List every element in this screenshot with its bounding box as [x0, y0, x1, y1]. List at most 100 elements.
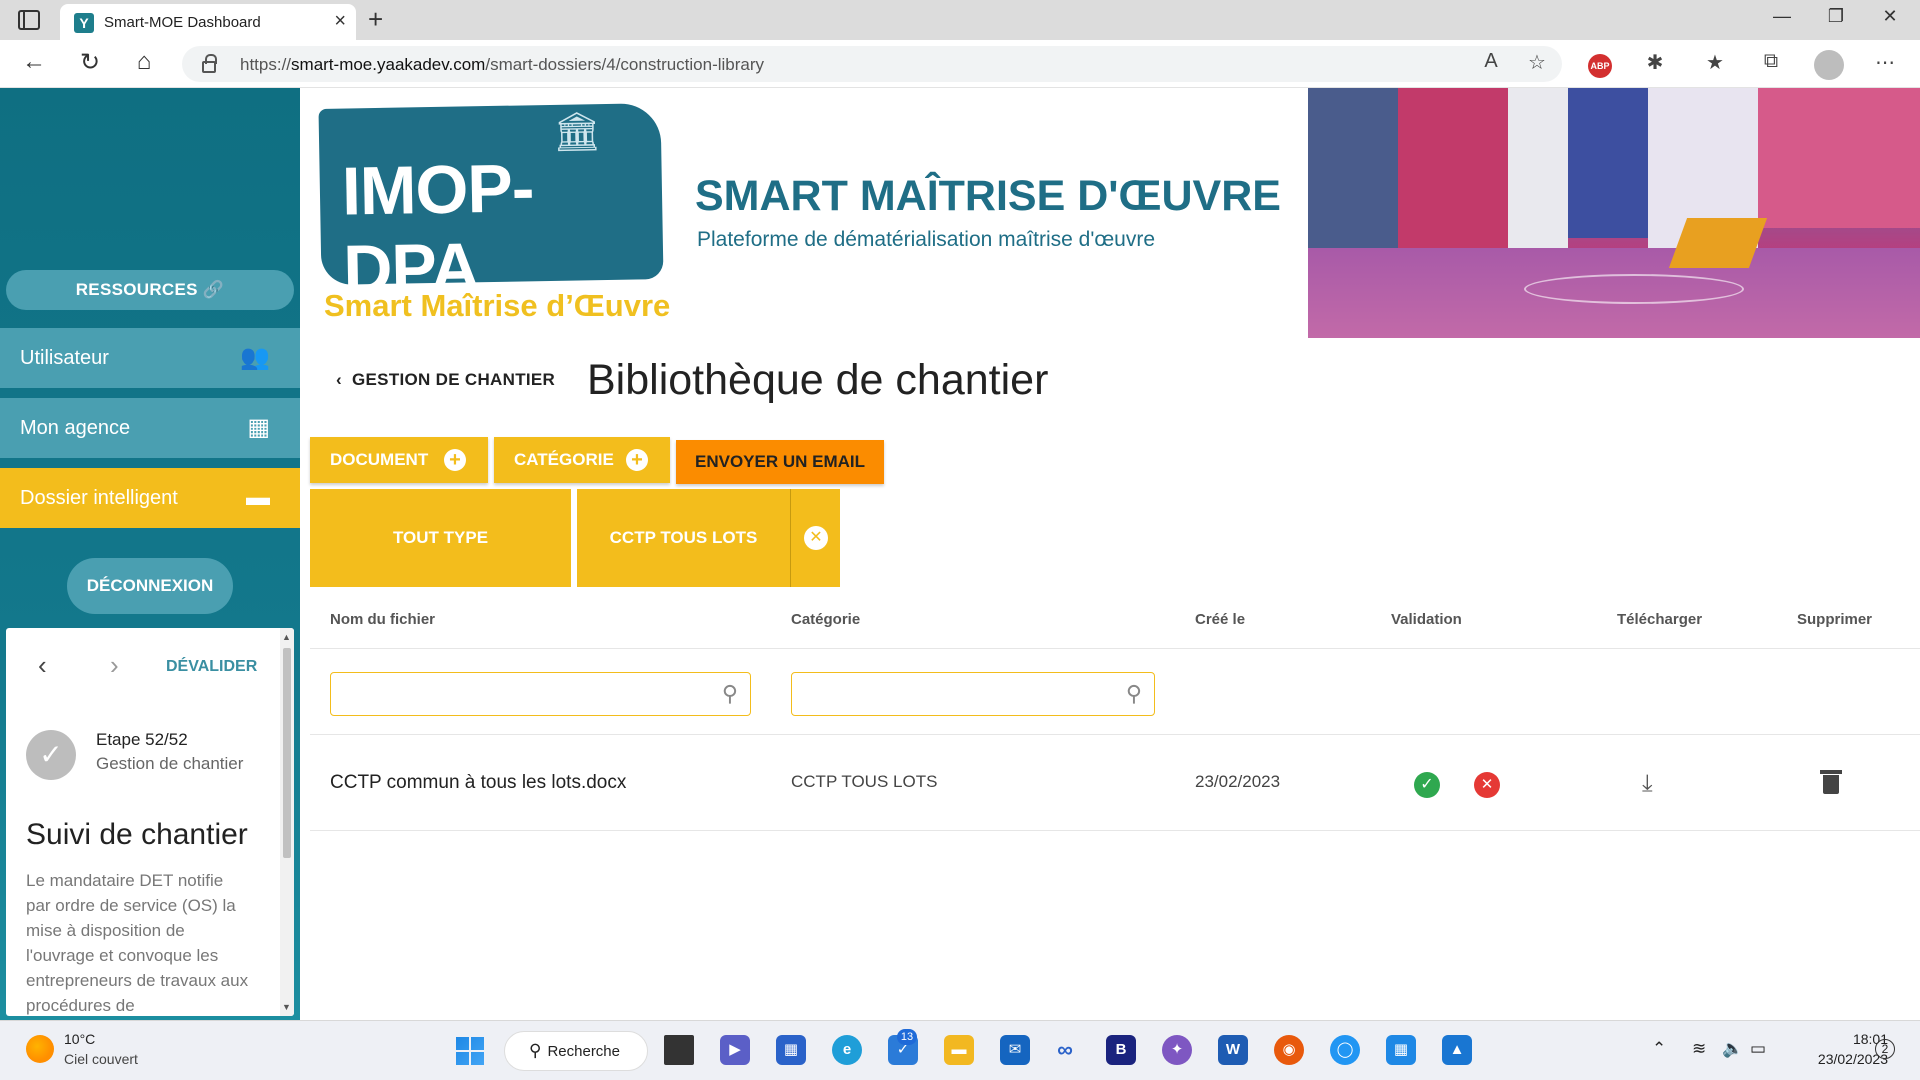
- photos-icon[interactable]: ▲: [1442, 1035, 1472, 1065]
- scroll-thumb[interactable]: [283, 648, 291, 858]
- browser-tab[interactable]: Y Smart-MOE Dashboard ×: [60, 4, 356, 40]
- download-icon[interactable]: ⤓: [1642, 770, 1653, 798]
- logo-text: IMOP-DPA: [341, 150, 535, 308]
- read-aloud-icon[interactable]: A: [1476, 50, 1506, 73]
- trash-icon[interactable]: [1820, 770, 1842, 794]
- page-title: Bibliothèque de chantier: [587, 356, 1049, 404]
- new-tab-icon[interactable]: +: [368, 4, 383, 35]
- site-subtitle: Plateforme de dématérialisation maîtrise…: [697, 228, 1156, 251]
- filename-search-field[interactable]: ⚲: [330, 672, 751, 716]
- search-icon[interactable]: ⚲: [722, 681, 738, 707]
- back-icon[interactable]: ←: [18, 48, 50, 76]
- b-app-icon[interactable]: B: [1106, 1035, 1136, 1065]
- row-filename[interactable]: CCTP commun à tous les lots.docx: [330, 772, 626, 794]
- chat-bubble-icon[interactable]: ◯: [1330, 1035, 1360, 1065]
- show-hidden-icons-icon[interactable]: ⌃: [1652, 1039, 1666, 1059]
- browser-tab-bar: Y Smart-MOE Dashboard × + — ❐ ✕: [0, 0, 1920, 40]
- plus-icon: +: [626, 449, 648, 471]
- send-email-button[interactable]: ENVOYER UN EMAIL: [676, 440, 884, 484]
- logout-button[interactable]: DÉCONNEXION: [67, 558, 233, 614]
- wifi-icon[interactable]: ≋: [1692, 1039, 1706, 1059]
- column-header-filename[interactable]: Nom du fichier: [330, 611, 435, 628]
- column-header-validation: Validation: [1391, 611, 1462, 628]
- more-menu-icon[interactable]: ⋯: [1870, 50, 1900, 75]
- todo-badge: 13: [897, 1029, 917, 1045]
- next-step-icon[interactable]: ›: [110, 650, 119, 681]
- previous-step-icon[interactable]: ‹: [38, 650, 47, 681]
- word-icon[interactable]: W: [1218, 1035, 1248, 1065]
- clear-filter-button[interactable]: ✕: [790, 489, 840, 587]
- paperclip-icon: 🔗: [202, 280, 225, 299]
- sidebar-item-agence[interactable]: Mon agence ▦: [0, 398, 300, 458]
- search-icon[interactable]: ⚲: [1126, 681, 1142, 707]
- volume-icon[interactable]: 🔈: [1722, 1039, 1743, 1059]
- step-title: Suivi de chantier: [26, 818, 248, 851]
- window-close-icon[interactable]: ✕: [1870, 6, 1910, 27]
- lock-icon[interactable]: [202, 54, 217, 73]
- sidebar-item-dossier[interactable]: Dossier intelligent ▬: [0, 468, 300, 528]
- weather-icon[interactable]: [26, 1035, 54, 1063]
- close-circle-icon: ✕: [804, 526, 828, 550]
- address-bar: ← ↻ ⌂ https://smart-moe.yaakadev.com/sma…: [0, 40, 1920, 88]
- column-header-download: Télécharger: [1617, 611, 1703, 628]
- reload-icon[interactable]: ↻: [74, 48, 106, 77]
- battery-icon[interactable]: ▭: [1750, 1039, 1766, 1059]
- reject-x-icon[interactable]: ✕: [1474, 772, 1500, 798]
- calendar-icon[interactable]: ▦: [1386, 1035, 1416, 1065]
- infinity-app-icon[interactable]: ∞: [1050, 1035, 1080, 1065]
- divider: [310, 648, 1920, 649]
- logo: 🏛 IMOP-DPA: [318, 103, 664, 308]
- chat-icon[interactable]: ▶: [720, 1035, 750, 1065]
- search-icon: ⚲: [529, 1041, 542, 1060]
- add-category-button[interactable]: CATÉGORIE +: [494, 437, 670, 483]
- favorites-icon[interactable]: ★: [1700, 50, 1730, 75]
- tab-actions-icon[interactable]: [18, 10, 40, 30]
- plus-icon: +: [444, 449, 466, 471]
- filter-type[interactable]: TOUT TYPE: [310, 489, 571, 587]
- clock-date[interactable]: 23/02/2023: [1788, 1051, 1888, 1067]
- users-icon: 👥: [240, 344, 270, 371]
- url-text: https://smart-moe.yaakadev.com/smart-dos…: [240, 55, 765, 74]
- copilot-icon[interactable]: ✦: [1162, 1035, 1192, 1065]
- edge-icon[interactable]: e: [832, 1035, 862, 1065]
- step-panel-scrollbar[interactable]: ▲ ▼: [280, 628, 294, 1016]
- restore-icon[interactable]: ❐: [1816, 6, 1856, 27]
- collections-icon[interactable]: ⧉: [1756, 50, 1786, 73]
- task-view-icon[interactable]: [664, 1035, 694, 1065]
- windows-start-icon[interactable]: [456, 1037, 484, 1065]
- scroll-down-icon[interactable]: ▼: [282, 1002, 291, 1012]
- extensions-icon[interactable]: ✱: [1640, 50, 1670, 75]
- chevron-left-icon: ‹: [336, 370, 342, 389]
- tab-close-icon[interactable]: ×: [334, 10, 346, 33]
- devalider-button[interactable]: DÉVALIDER: [166, 658, 257, 676]
- resources-button[interactable]: RESSOURCES 🔗: [6, 270, 294, 310]
- validate-check-icon[interactable]: ✓: [1414, 772, 1440, 798]
- file-explorer-icon[interactable]: ▬: [944, 1035, 974, 1065]
- column-header-created[interactable]: Créé le: [1195, 611, 1245, 628]
- folder-icon: ▬: [246, 484, 270, 511]
- profile-avatar[interactable]: [1814, 50, 1844, 80]
- step-description: Le mandataire DET notifie par ordre de s…: [26, 871, 249, 1015]
- mail-icon[interactable]: ✉: [1000, 1035, 1030, 1065]
- logo-subtitle: Smart Maîtrise d’Œuvre: [324, 288, 671, 323]
- divider: [310, 734, 1920, 735]
- back-to-gestion-chantier[interactable]: ‹ GESTION DE CHANTIER: [336, 370, 555, 390]
- favorite-star-icon[interactable]: ☆: [1522, 50, 1552, 75]
- category-search-field[interactable]: ⚲: [791, 672, 1155, 716]
- home-icon[interactable]: ⌂: [128, 48, 160, 76]
- notification-badge[interactable]: 2: [1875, 1039, 1895, 1059]
- category-search-input[interactable]: [802, 673, 1102, 713]
- store-icon[interactable]: ▦: [776, 1035, 806, 1065]
- firefox-icon[interactable]: ◉: [1274, 1035, 1304, 1065]
- sidebar-item-utilisateur[interactable]: Utilisateur 👥: [0, 328, 300, 388]
- minimize-icon[interactable]: —: [1762, 6, 1802, 27]
- scroll-up-icon[interactable]: ▲: [282, 632, 291, 642]
- column-header-category[interactable]: Catégorie: [791, 611, 860, 628]
- adblock-icon[interactable]: ABP: [1588, 54, 1612, 78]
- taskbar-search[interactable]: ⚲ Recherche: [504, 1031, 648, 1071]
- filename-search-input[interactable]: [341, 673, 701, 713]
- add-document-button[interactable]: DOCUMENT +: [310, 437, 488, 483]
- favicon-icon: Y: [74, 13, 94, 33]
- filter-category[interactable]: CCTP TOUS LOTS: [577, 489, 790, 587]
- url-field[interactable]: https://smart-moe.yaakadev.com/smart-dos…: [182, 46, 1562, 82]
